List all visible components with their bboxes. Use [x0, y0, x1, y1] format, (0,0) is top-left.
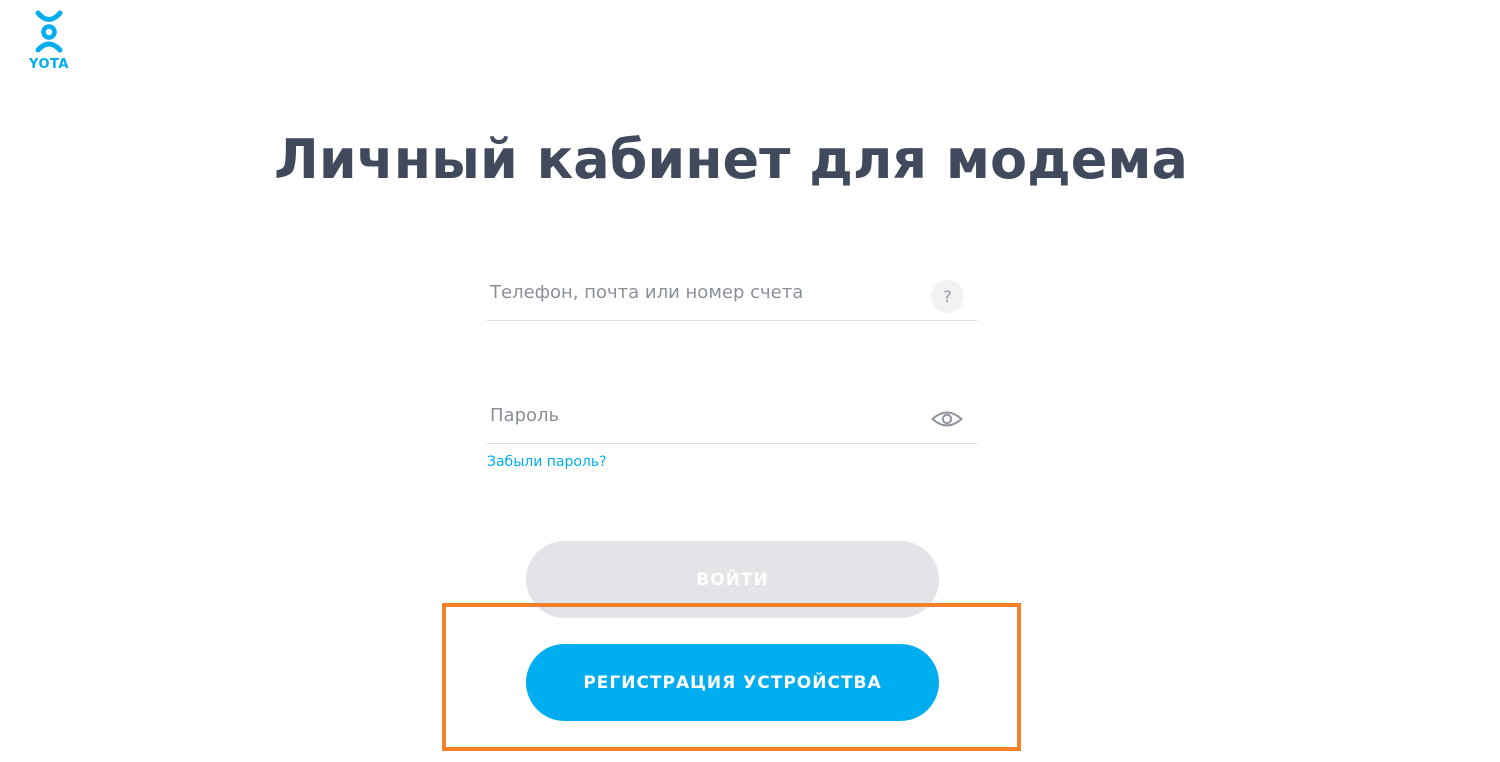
- login-field: ?: [487, 266, 977, 321]
- page-title: Личный кабинет для модема: [274, 128, 1188, 191]
- password-field: [487, 389, 977, 444]
- login-input[interactable]: [490, 276, 910, 308]
- eye-icon[interactable]: [931, 409, 963, 429]
- yota-logo-icon: [35, 10, 63, 53]
- logo-text: YOTA: [29, 57, 69, 72]
- login-button[interactable]: ВОЙТИ: [526, 541, 939, 618]
- yota-logo[interactable]: YOTA: [26, 10, 72, 76]
- help-icon[interactable]: ?: [931, 280, 964, 313]
- forgot-password-link[interactable]: Забыли пароль?: [487, 454, 607, 470]
- register-device-button[interactable]: РЕГИСТРАЦИЯ УСТРОЙСТВА: [526, 644, 939, 721]
- password-input[interactable]: [490, 399, 910, 431]
